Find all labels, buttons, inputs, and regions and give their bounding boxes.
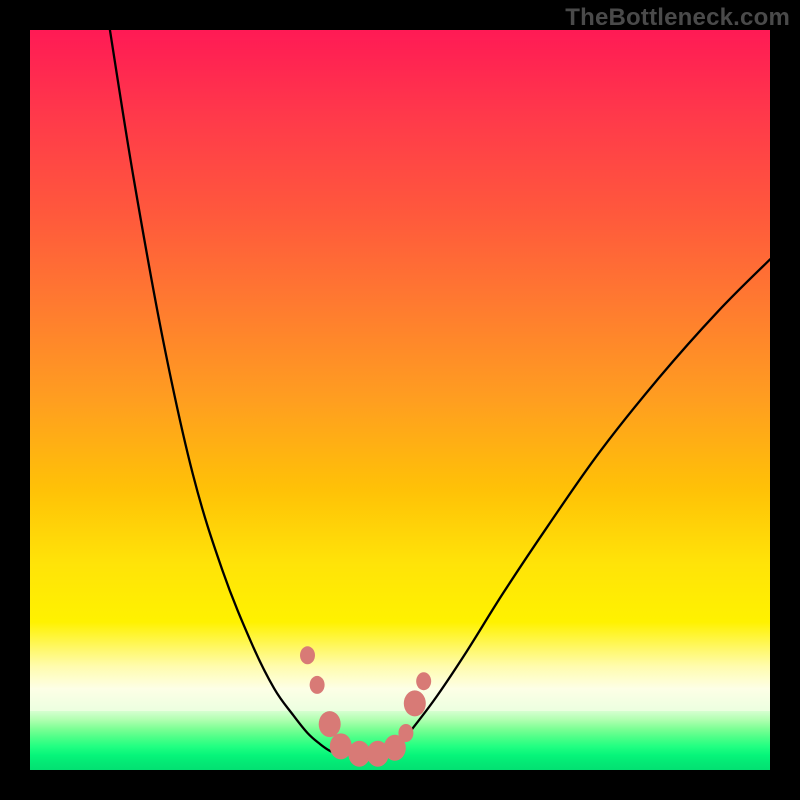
plot-area (30, 30, 770, 770)
bottleneck-marker (398, 724, 413, 742)
chart-svg (30, 30, 770, 770)
chart-frame: TheBottleneck.com (0, 0, 800, 800)
bottleneck-marker (300, 646, 315, 664)
markers-layer (300, 646, 431, 766)
bottleneck-marker (319, 711, 341, 737)
bottleneck-marker (310, 676, 325, 694)
watermark-text: TheBottleneck.com (565, 4, 790, 32)
bottleneck-marker (416, 672, 431, 690)
curve-layer (110, 30, 770, 755)
left-curve (110, 30, 337, 754)
right-curve (389, 259, 770, 753)
bottleneck-marker (404, 690, 426, 716)
